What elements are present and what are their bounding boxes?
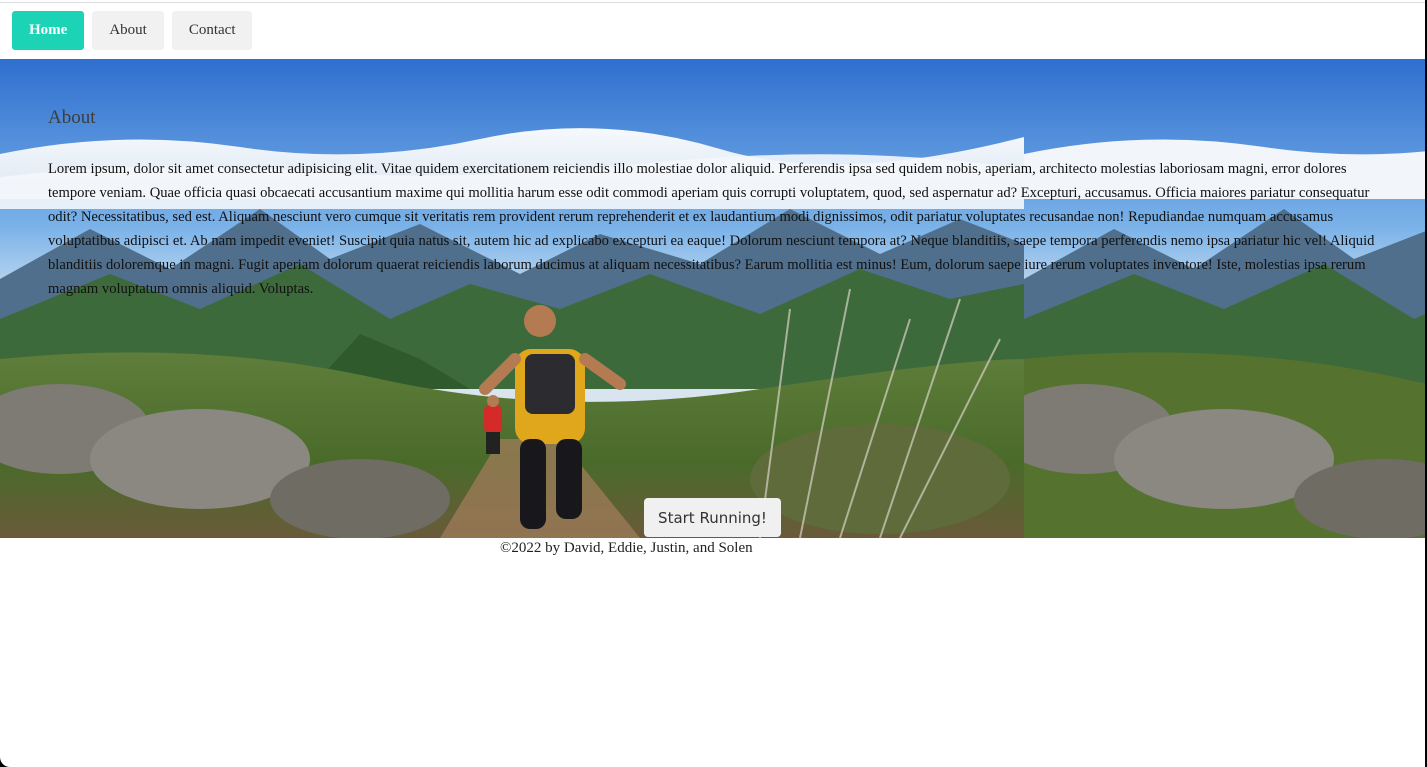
top-divider bbox=[0, 2, 1425, 3]
nav-about-button[interactable]: About bbox=[92, 11, 164, 50]
hero-section: About Lorem ipsum, dolor sit amet consec… bbox=[0, 59, 1425, 538]
browser-viewport: Home About Contact About Lorem ipsum, do… bbox=[0, 0, 1425, 767]
footer-copyright: ©2022 by David, Eddie, Justin, and Solen bbox=[500, 540, 753, 556]
nav-home-button[interactable]: Home bbox=[12, 11, 85, 50]
about-paragraph: Lorem ipsum, dolor sit amet consectetur … bbox=[48, 161, 1375, 297]
start-running-button[interactable]: Start Running! bbox=[644, 498, 781, 537]
top-navigation: Home About Contact bbox=[12, 11, 253, 50]
nav-contact-button[interactable]: Contact bbox=[171, 11, 253, 50]
about-heading: About bbox=[48, 107, 96, 128]
